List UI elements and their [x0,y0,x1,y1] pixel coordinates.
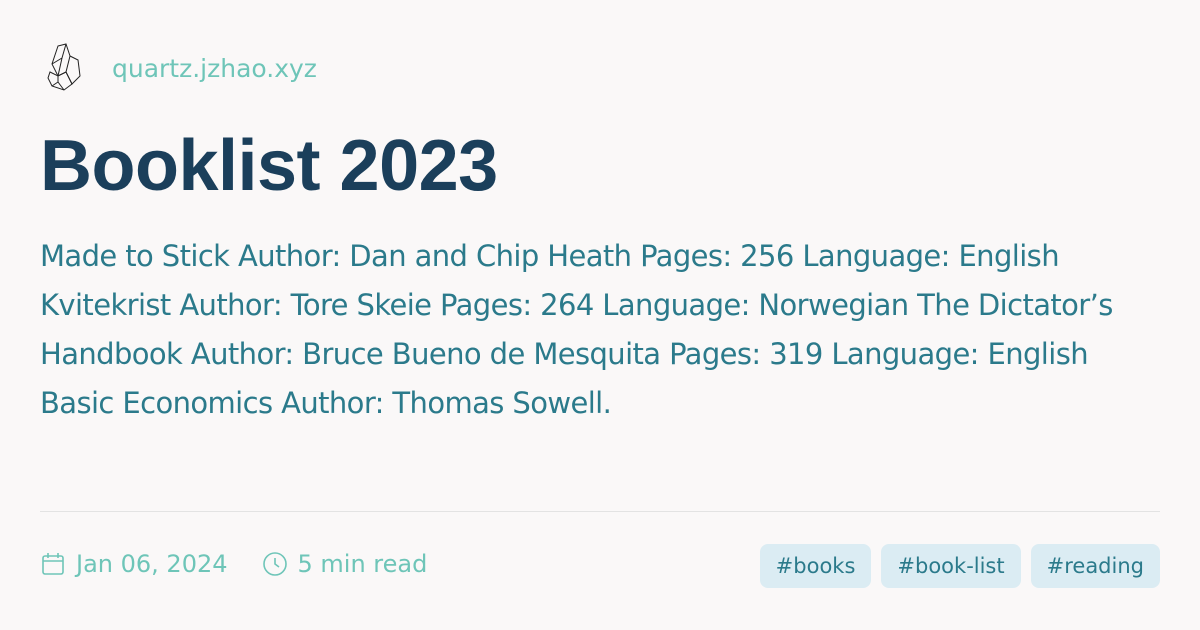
page-description: Made to Stick Author: Dan and Chip Heath… [40,239,1113,420]
site-domain[interactable]: quartz.jzhao.xyz [112,54,317,83]
page-title: Booklist 2023 [40,126,498,206]
reading-time: 5 min read [297,550,428,578]
quartz-crystal-icon [47,43,81,91]
clock-icon [262,551,288,577]
tag-list: #books #book-list #reading [759,544,1160,588]
divider [40,511,1160,512]
tag-books[interactable]: #books [759,544,872,588]
calendar-icon [40,551,66,577]
tag-reading[interactable]: #reading [1030,544,1160,588]
tag-book-list[interactable]: #book-list [881,544,1021,588]
page-meta: Jan 06, 2024 5 min read [40,550,461,578]
publish-date: Jan 06, 2024 [76,550,228,578]
site-header: quartz.jzhao.xyz [44,42,317,94]
